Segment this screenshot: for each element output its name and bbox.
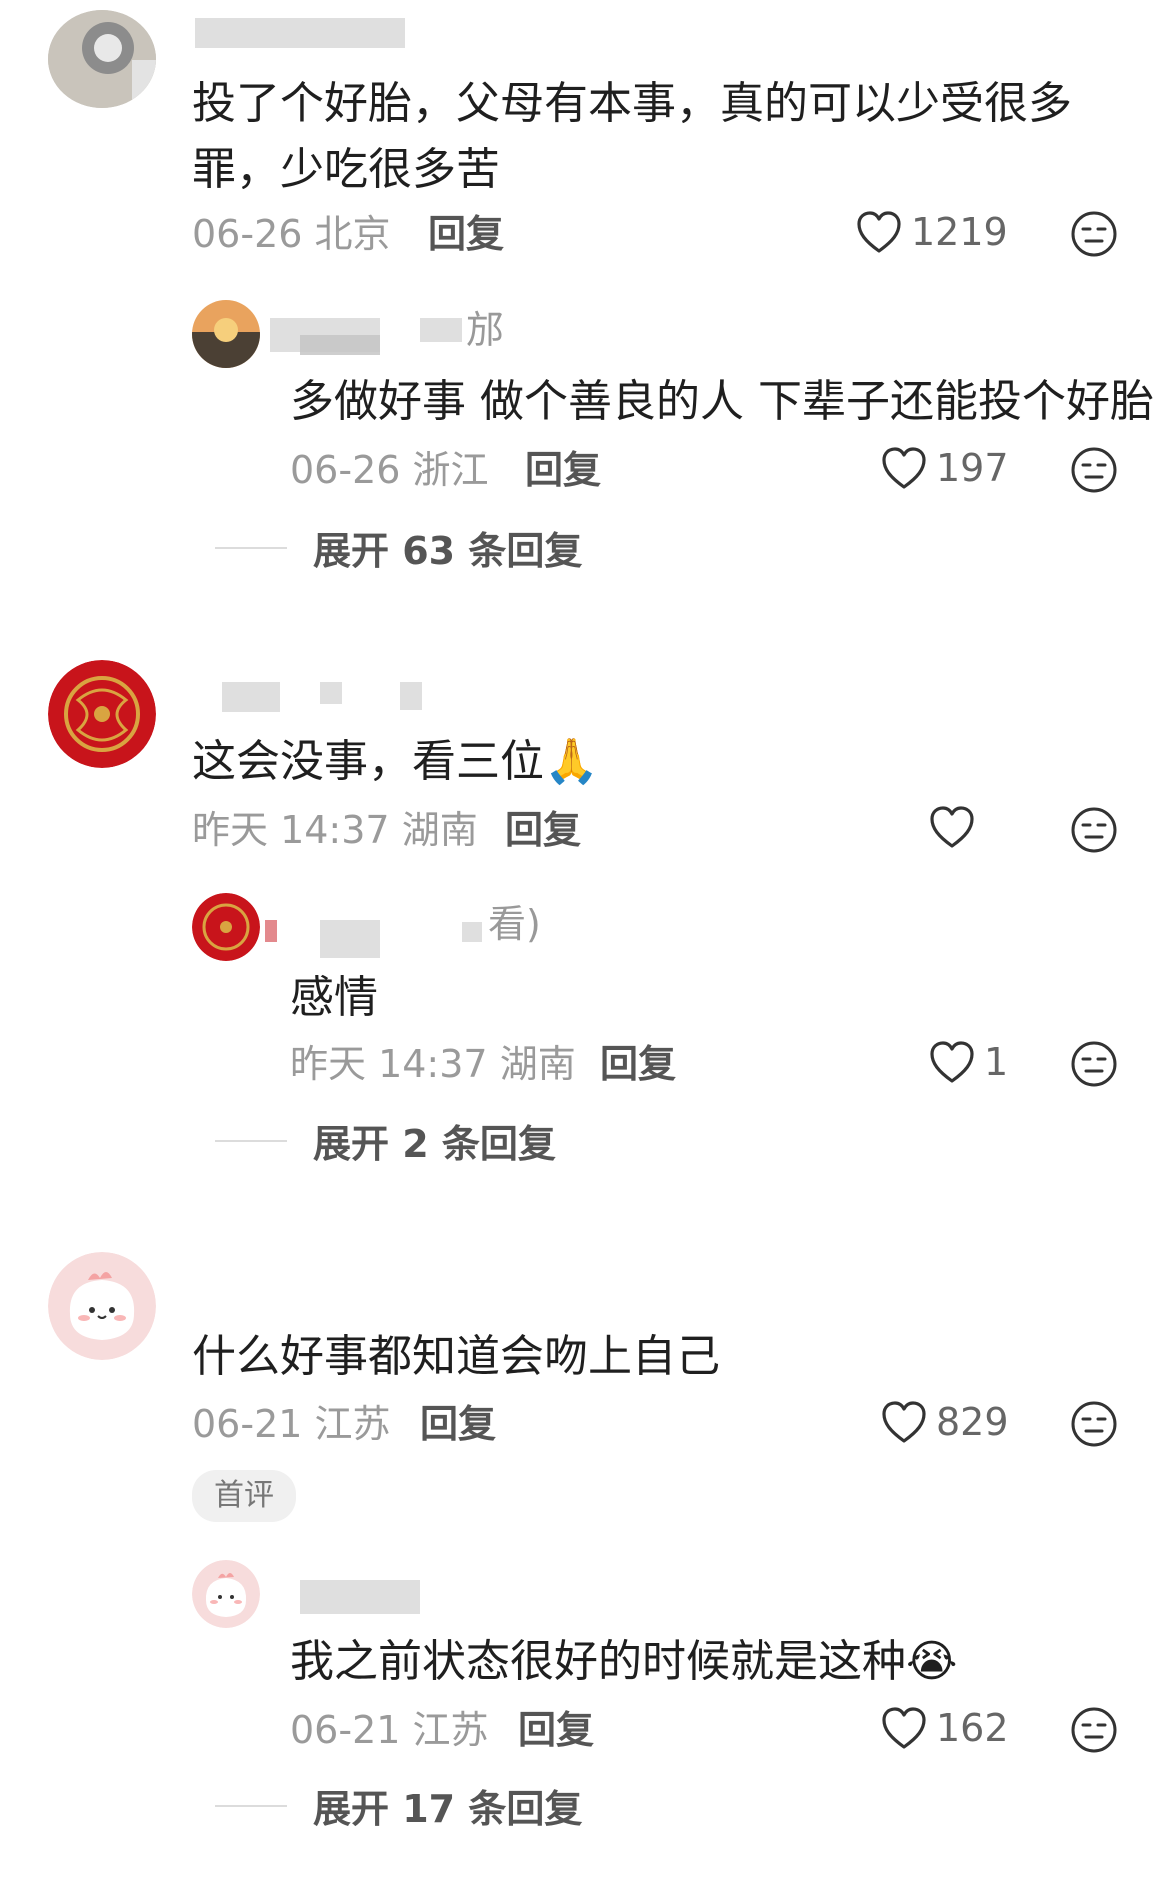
heart-outline-icon xyxy=(882,447,926,489)
reply-date: 06-21 江苏 xyxy=(290,1708,489,1752)
reply-button[interactable]: 回复 xyxy=(505,806,581,854)
like-count: 829 xyxy=(936,1400,1009,1444)
expand-replies-button[interactable]: 展开 63 条回复 xyxy=(215,520,582,575)
username-suffix: 邡 xyxy=(466,308,505,352)
comment-text: 什么好事都知道会吻上自己 xyxy=(192,1331,720,1382)
avatar[interactable] xyxy=(48,1252,156,1360)
reply-button[interactable]: 回复 xyxy=(525,446,601,494)
neutral-face-icon[interactable] xyxy=(1070,1400,1118,1448)
like-button[interactable] xyxy=(928,804,976,850)
neutral-face-icon[interactable] xyxy=(1070,446,1118,494)
heart-outline-icon xyxy=(930,1041,974,1083)
username-blurred xyxy=(320,682,342,704)
username-blurred xyxy=(400,682,422,710)
heart-outline-icon xyxy=(882,1401,926,1443)
heart-outline-icon xyxy=(857,211,901,253)
neutral-face-icon[interactable] xyxy=(1070,806,1118,854)
crying-emoji: 😭 xyxy=(906,1636,958,1687)
like-count: 1 xyxy=(984,1040,1009,1084)
expand-replies-button[interactable]: 展开 2 条回复 xyxy=(215,1113,556,1168)
username-blurred xyxy=(420,318,462,342)
comment-date: 昨天 14:37 湖南 xyxy=(192,808,478,852)
like-button[interactable]: 162 xyxy=(880,1704,1009,1752)
like-button[interactable]: 1219 xyxy=(855,208,1008,256)
like-button[interactable]: 197 xyxy=(880,444,1009,492)
reply-date: 06-26 浙江 xyxy=(290,448,489,492)
comment-date: 06-26 北京 xyxy=(192,212,391,256)
username-blurred xyxy=(265,920,277,942)
first-comment-badge: 首评 xyxy=(192,1470,296,1522)
comment-date: 06-21 江苏 xyxy=(192,1402,391,1446)
username-suffix: 看) xyxy=(488,902,541,946)
username-blurred xyxy=(195,18,405,48)
heart-outline-icon xyxy=(882,1707,926,1749)
reply-date: 昨天 14:37 湖南 xyxy=(290,1042,576,1086)
divider xyxy=(215,1139,287,1142)
username-blurred xyxy=(300,1580,420,1614)
reply-button[interactable]: 回复 xyxy=(600,1040,676,1088)
avatar[interactable] xyxy=(48,660,156,768)
reply-text: 多做好事 做个善良的人 下辈子还能投个好胎 xyxy=(290,376,1154,427)
neutral-face-icon[interactable] xyxy=(1070,1040,1118,1088)
divider xyxy=(215,1804,287,1807)
divider xyxy=(215,546,287,549)
like-button[interactable]: 829 xyxy=(880,1398,1009,1446)
reply-button[interactable]: 回复 xyxy=(518,1706,594,1754)
avatar[interactable] xyxy=(192,1560,260,1628)
username-blurred xyxy=(462,922,482,942)
neutral-face-icon[interactable] xyxy=(1070,210,1118,258)
comment-text-line2: 罪，少吃很多苦 xyxy=(192,144,500,195)
username-blurred xyxy=(222,682,280,712)
comment-text: 投了个好胎，父母有本事，真的可以少受很多 xyxy=(192,78,1072,129)
reply-text: 感情 xyxy=(290,972,378,1023)
expand-replies-button[interactable]: 展开 17 条回复 xyxy=(215,1778,582,1833)
username-blurred xyxy=(320,920,380,958)
pray-emoji: 🙏 xyxy=(544,736,599,787)
avatar[interactable] xyxy=(48,10,156,108)
like-count: 1219 xyxy=(911,210,1008,254)
reply-button[interactable]: 回复 xyxy=(428,210,504,258)
username-blurred xyxy=(300,335,380,355)
like-count: 162 xyxy=(936,1706,1009,1750)
reply-text: 我之前状态很好的时候就是这种😭 xyxy=(290,1636,958,1687)
comment-text: 这会没事，看三位🙏 xyxy=(192,736,599,787)
neutral-face-icon[interactable] xyxy=(1070,1706,1118,1754)
avatar[interactable] xyxy=(192,300,260,368)
like-count: 197 xyxy=(936,446,1009,490)
avatar[interactable] xyxy=(192,893,260,961)
like-button[interactable]: 1 xyxy=(928,1038,1008,1086)
reply-button[interactable]: 回复 xyxy=(420,1400,496,1448)
heart-outline-icon xyxy=(930,806,974,848)
